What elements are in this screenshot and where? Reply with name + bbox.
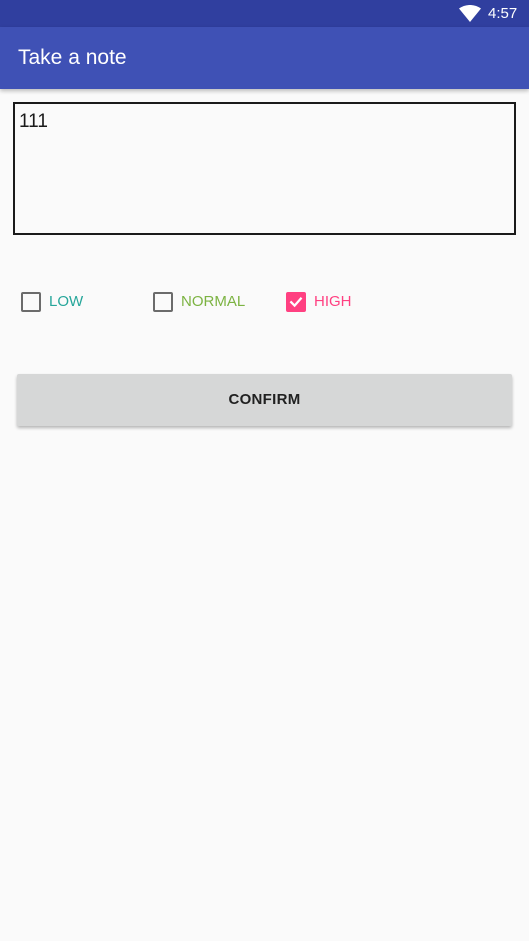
app-bar: Take a note: [0, 27, 529, 89]
note-input-value: 111: [19, 111, 48, 132]
wifi-icon: [459, 4, 481, 22]
note-input[interactable]: 111: [13, 102, 516, 235]
checkbox-unchecked-icon: [21, 292, 41, 312]
checkbox-unchecked-icon: [153, 292, 173, 312]
priority-high-checkbox[interactable]: HIGH: [286, 288, 376, 316]
status-bar: 4:57: [0, 0, 529, 27]
confirm-button[interactable]: CONFIRM: [17, 374, 512, 426]
priority-low-label: LOW: [49, 293, 84, 310]
checkbox-checked-icon: [286, 292, 306, 312]
priority-options: LOW NORMAL HIGH: [0, 288, 529, 316]
page-title: Take a note: [18, 46, 127, 69]
priority-normal-checkbox[interactable]: NORMAL: [153, 288, 263, 316]
status-time: 4:57: [488, 5, 518, 22]
priority-high-label: HIGH: [314, 293, 352, 310]
priority-low-checkbox[interactable]: LOW: [21, 288, 111, 316]
priority-normal-label: NORMAL: [181, 293, 246, 310]
